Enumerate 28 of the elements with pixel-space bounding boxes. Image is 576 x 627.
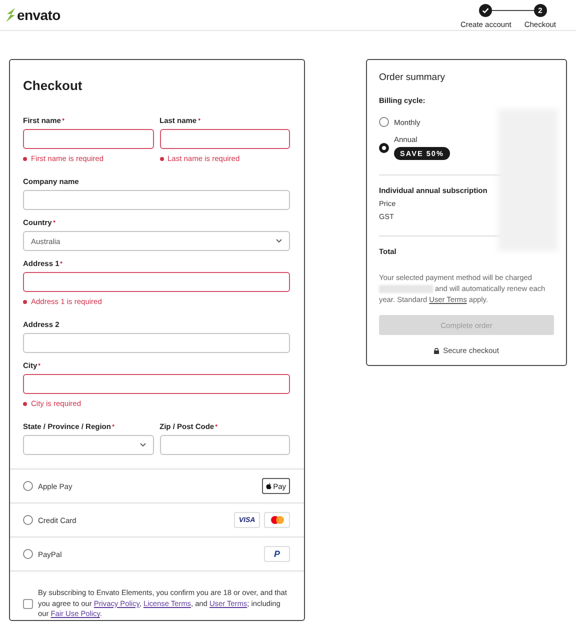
lock-icon: [434, 348, 440, 354]
leaf-icon: [6, 8, 16, 22]
input-field[interactable]: [160, 435, 290, 455]
summary-title: Order summary: [379, 72, 446, 84]
redacted-amount: [379, 285, 433, 294]
input-field[interactable]: [23, 129, 154, 149]
error-dot: [23, 156, 27, 160]
mastercard-icon: [270, 516, 284, 524]
error-dot: [160, 156, 164, 160]
radio-button[interactable]: [23, 515, 33, 525]
input-field[interactable]: [23, 190, 290, 210]
radio-button[interactable]: [379, 142, 389, 152]
input-field[interactable]: [23, 374, 290, 394]
radio-button[interactable]: [379, 117, 389, 127]
select-field[interactable]: [23, 435, 154, 455]
error-dot: [23, 402, 27, 406]
radio-button[interactable]: [23, 481, 33, 491]
input-field[interactable]: [23, 272, 290, 292]
chevron-down-icon: [140, 443, 146, 447]
form-title: Checkout: [23, 78, 84, 93]
checkbox[interactable]: [23, 599, 33, 610]
input-field[interactable]: [160, 129, 290, 149]
chevron-down-icon: [276, 239, 282, 243]
paypal-logo: P: [264, 546, 290, 562]
radio-button[interactable]: [23, 549, 33, 559]
error-dot: [23, 300, 27, 304]
input-field[interactable]: [23, 333, 290, 353]
brand-name: envato: [17, 7, 60, 23]
